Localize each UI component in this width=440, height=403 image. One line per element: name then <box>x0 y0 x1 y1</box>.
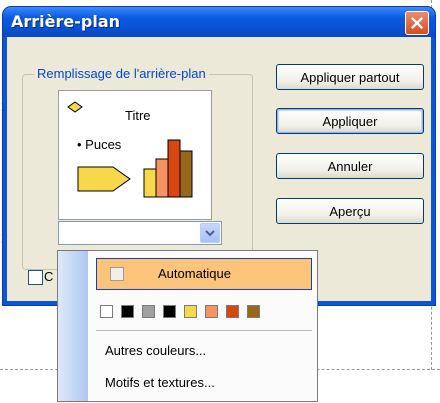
background-preview: Titre • Puces <box>58 90 212 220</box>
dropdown-separator <box>96 330 312 331</box>
color-swatch[interactable] <box>226 305 239 318</box>
dropdown-side-strip <box>58 251 88 401</box>
color-swatch[interactable] <box>205 305 218 318</box>
combo-dropdown-button[interactable] <box>200 223 220 243</box>
omit-graphics-checkbox[interactable] <box>28 270 43 285</box>
title-bar[interactable]: Arrière-plan <box>3 7 435 37</box>
dialog-title: Arrière-plan <box>11 12 121 31</box>
apply-all-label: Appliquer partout <box>300 69 400 85</box>
cancel-label: Annuler <box>327 158 373 174</box>
color-swatch[interactable] <box>100 305 113 318</box>
bar-chart-icon <box>143 139 193 198</box>
automatic-label: Automatique <box>158 266 231 281</box>
apply-label: Appliquer <box>322 113 378 129</box>
chevron-down-icon <box>205 230 215 237</box>
preview-bullets: • Puces <box>77 137 122 152</box>
arrow-shape-icon <box>77 166 131 192</box>
cancel-button[interactable]: Annuler <box>276 153 424 179</box>
color-palette-dropdown: Automatique Autres couleurs... Motifs et… <box>57 250 318 402</box>
close-button[interactable] <box>405 11 429 35</box>
automatic-color-option[interactable]: Automatique <box>96 258 312 290</box>
preview-label: Aperçu <box>329 203 371 219</box>
color-swatch-row <box>100 305 260 318</box>
close-icon <box>411 17 423 29</box>
color-swatch[interactable] <box>142 305 155 318</box>
preview-button[interactable]: Aperçu <box>276 198 424 224</box>
fill-effects-item[interactable]: Motifs et textures... <box>105 375 215 390</box>
apply-all-button[interactable]: Appliquer partout <box>276 64 424 90</box>
color-swatch[interactable] <box>247 305 260 318</box>
color-swatch[interactable] <box>163 305 176 318</box>
automatic-color-swatch <box>110 267 124 281</box>
diamond-bullet-icon <box>67 101 83 113</box>
color-swatch[interactable] <box>184 305 197 318</box>
apply-button[interactable]: Appliquer <box>276 108 424 134</box>
checkbox-label-fragment: C <box>44 269 54 284</box>
color-swatch[interactable] <box>121 305 134 318</box>
fill-group-label: Remplissage de l'arrière-plan <box>34 66 209 81</box>
fill-color-combo[interactable] <box>58 221 222 245</box>
preview-title: Titre <box>125 108 151 123</box>
more-colors-item[interactable]: Autres couleurs... <box>105 343 206 358</box>
